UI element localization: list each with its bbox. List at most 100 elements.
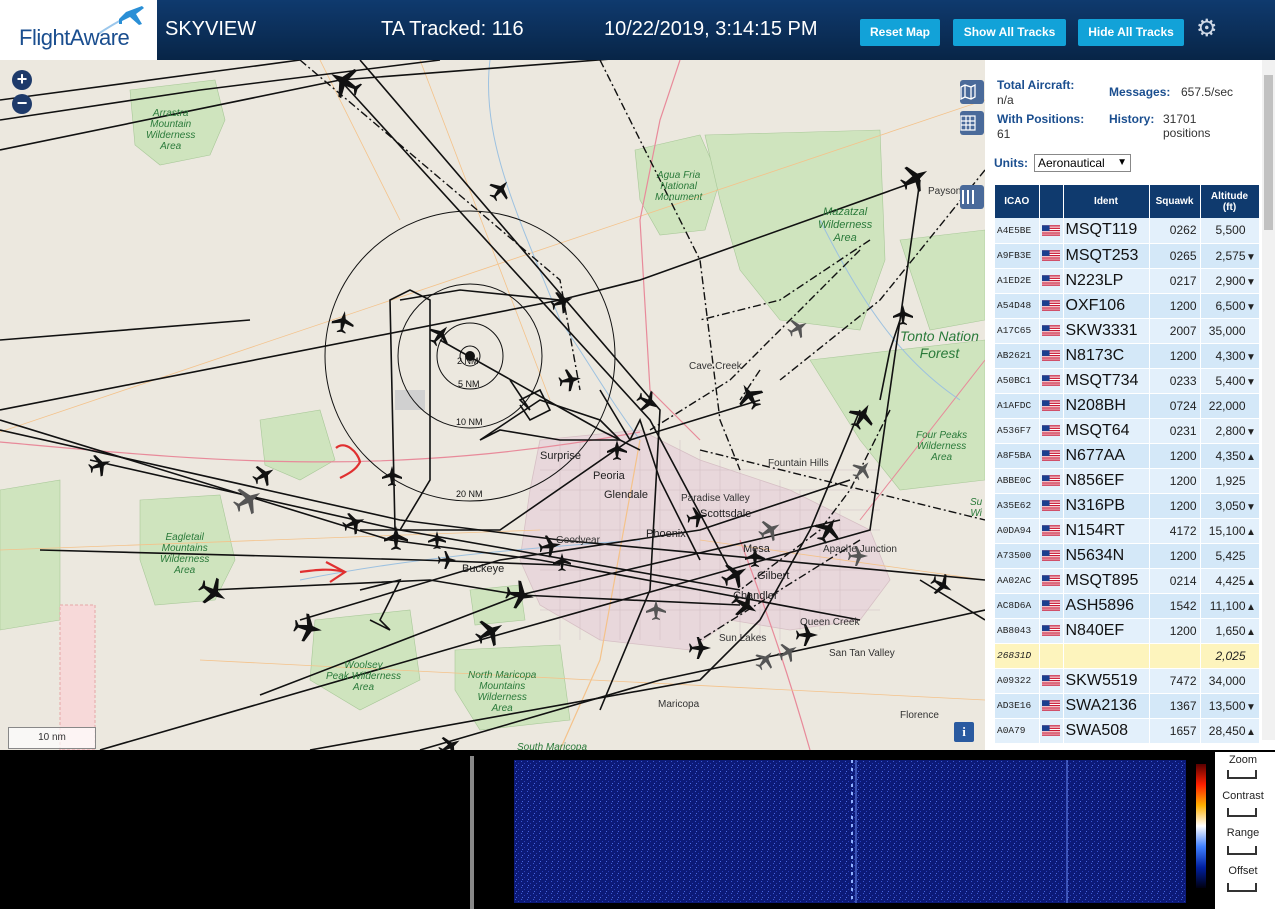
- units-select[interactable]: Aeronautical ▼: [1034, 154, 1131, 172]
- altitude-trend-icon: ▼: [1246, 701, 1256, 713]
- info-icon[interactable]: i: [954, 722, 974, 742]
- page-title: SKYVIEW: [165, 18, 257, 40]
- altitude-value: 28,450: [1208, 723, 1246, 738]
- us-flag-icon: [1042, 725, 1060, 736]
- cell-squawk: 0233: [1149, 368, 1201, 394]
- colorbar-legend: [1196, 764, 1206, 888]
- waterfall-display[interactable]: [514, 760, 1186, 903]
- flightaware-logo[interactable]: FlightAware: [0, 0, 157, 60]
- place-gilbert: Gilbert: [757, 570, 790, 582]
- wild-su: Su Wi: [970, 497, 983, 519]
- cell-altitude: 15,100▲: [1200, 518, 1260, 544]
- altitude-value: 2,900: [1215, 273, 1246, 288]
- cell-squawk: 0217: [1149, 268, 1201, 294]
- offset-slider[interactable]: [1227, 883, 1257, 892]
- cell-ident: MSQT734: [1063, 368, 1150, 394]
- hide-all-tracks-button[interactable]: Hide All Tracks: [1078, 19, 1184, 46]
- zoom-out-button[interactable]: −: [12, 94, 32, 114]
- ring-label-5nm: 5 NM: [458, 379, 480, 389]
- table-row[interactable]: A35E62 N316PB 1200 3,050▼: [995, 493, 1260, 519]
- table-row[interactable]: A54D48 OXF106 1200 6,500▼: [995, 293, 1260, 319]
- cell-ident: SWA2136: [1063, 693, 1150, 719]
- cell-flag: [1039, 668, 1064, 694]
- cell-ident: N677AA: [1063, 443, 1150, 469]
- show-all-tracks-button[interactable]: Show All Tracks: [953, 19, 1066, 46]
- table-row[interactable]: AA02AC MSQT895 0214 4,425▲: [995, 568, 1260, 594]
- table-row[interactable]: A0DA94 N154RT 4172 15,100▲: [995, 518, 1260, 544]
- cell-flag: [1039, 243, 1064, 269]
- altitude-value: 22,000: [1208, 398, 1246, 413]
- col-header-icao[interactable]: ICAO: [995, 185, 1040, 218]
- cell-squawk: 1542: [1149, 593, 1201, 619]
- table-row[interactable]: A17C65 SKW3331 2007 35,000: [995, 318, 1260, 344]
- table-row[interactable]: A9FB3E MSQT253 0265 2,575▼: [995, 243, 1260, 269]
- table-row[interactable]: A4E5BE MSQT119 0262 5,500: [995, 218, 1260, 244]
- reset-map-button[interactable]: Reset Map: [860, 19, 940, 46]
- zoom-in-button[interactable]: +: [12, 70, 32, 90]
- table-row[interactable]: A1ED2E N223LP 0217 2,900▼: [995, 268, 1260, 294]
- cell-icao: A4E5BE: [995, 218, 1040, 244]
- table-row[interactable]: A8F5BA N677AA 1200 4,350▲: [995, 443, 1260, 469]
- cell-icao: A50BC1: [995, 368, 1040, 394]
- us-flag-icon: [1042, 275, 1060, 286]
- cell-icao: AA02AC: [995, 568, 1040, 594]
- us-flag-icon: [1042, 675, 1060, 686]
- wild-south-maricopa: South Maricopa: [517, 742, 588, 750]
- place-apache-junction: Apache Junction: [823, 544, 897, 555]
- cell-altitude: 5,400▼: [1200, 368, 1260, 394]
- cell-ident: N154RT: [1063, 518, 1150, 544]
- cell-squawk: 0265: [1149, 243, 1201, 269]
- cell-icao: A73500: [995, 543, 1040, 569]
- panel-divider[interactable]: [470, 756, 474, 909]
- grid-icon[interactable]: [960, 111, 984, 135]
- zoom-slider[interactable]: [1227, 770, 1257, 779]
- place-mesa: Mesa: [743, 543, 770, 555]
- table-row[interactable]: AB8043 N840EF 1200 1,650▲: [995, 618, 1260, 644]
- wild-woolsey: Woolsey Peak Wilderness Area: [326, 660, 401, 693]
- table-row[interactable]: 26831D 2,025: [995, 643, 1260, 669]
- columns-icon[interactable]: [960, 185, 984, 209]
- cell-altitude: 6,500▼: [1200, 293, 1260, 319]
- cell-icao: A1AFDC: [995, 393, 1040, 419]
- col-header-altitude[interactable]: Altitude (ft): [1200, 185, 1260, 218]
- table-row[interactable]: AD3E16 SWA2136 1367 13,500▼: [995, 693, 1260, 719]
- table-row[interactable]: A536F7 MSQT64 0231 2,800▼: [995, 418, 1260, 444]
- cell-altitude: 1,650▲: [1200, 618, 1260, 644]
- contrast-slider[interactable]: [1227, 808, 1257, 817]
- table-row[interactable]: AB2621 N8173C 1200 4,300▼: [995, 343, 1260, 369]
- altitude-value: 1,925: [1215, 473, 1246, 488]
- col-header-flag[interactable]: [1039, 185, 1064, 218]
- map-layers-icon[interactable]: [960, 80, 984, 104]
- sidebar-scroll-thumb[interactable]: [1264, 75, 1273, 230]
- cell-ident: N856EF: [1063, 468, 1150, 494]
- cell-flag: [1039, 518, 1064, 544]
- table-row[interactable]: ABBE0C N856EF 1200 1,925: [995, 468, 1260, 494]
- table-row[interactable]: A0A79 SWA508 1657 28,450▲: [995, 718, 1260, 744]
- gear-icon[interactable]: ⚙: [1196, 17, 1220, 41]
- altitude-value: 2,575: [1215, 248, 1246, 263]
- place-fountain-hills: Fountain Hills: [768, 458, 829, 469]
- cell-icao: A17C65: [995, 318, 1040, 344]
- table-row[interactable]: A09322 SKW5519 7472 34,000: [995, 668, 1260, 694]
- header-bar: FlightAware SKYVIEW TA Tracked: 116 10/2…: [0, 0, 1275, 60]
- cell-ident: ASH5896: [1063, 593, 1150, 619]
- cell-icao: A9FB3E: [995, 243, 1040, 269]
- table-row[interactable]: A1AFDC N208BH 0724 22,000: [995, 393, 1260, 419]
- us-flag-icon: [1042, 450, 1060, 461]
- messages-value: 657.5/sec: [1181, 85, 1234, 99]
- cell-flag: [1039, 543, 1064, 569]
- table-row[interactable]: A50BC1 MSQT734 0233 5,400▼: [995, 368, 1260, 394]
- cell-flag: [1039, 593, 1064, 619]
- altitude-trend-icon: ▲: [1246, 576, 1256, 588]
- range-slider[interactable]: [1227, 846, 1257, 855]
- contrast-label: Contrast: [1222, 790, 1264, 802]
- col-header-ident[interactable]: Ident: [1063, 185, 1150, 218]
- wild-agua-fria: Agua Fria National Monument: [655, 170, 703, 203]
- map-view[interactable]: 2 NM 5 NM 10 NM 20 NM Cave Creek Surpris…: [0, 60, 985, 750]
- table-row[interactable]: A73500 N5634N 1200 5,425: [995, 543, 1260, 569]
- us-flag-icon: [1042, 350, 1060, 361]
- col-header-squawk[interactable]: Squawk: [1149, 185, 1201, 218]
- cell-icao: A536F7: [995, 418, 1040, 444]
- cell-ident: MSQT895: [1063, 568, 1150, 594]
- table-row[interactable]: AC8D6A ASH5896 1542 11,100▲: [995, 593, 1260, 619]
